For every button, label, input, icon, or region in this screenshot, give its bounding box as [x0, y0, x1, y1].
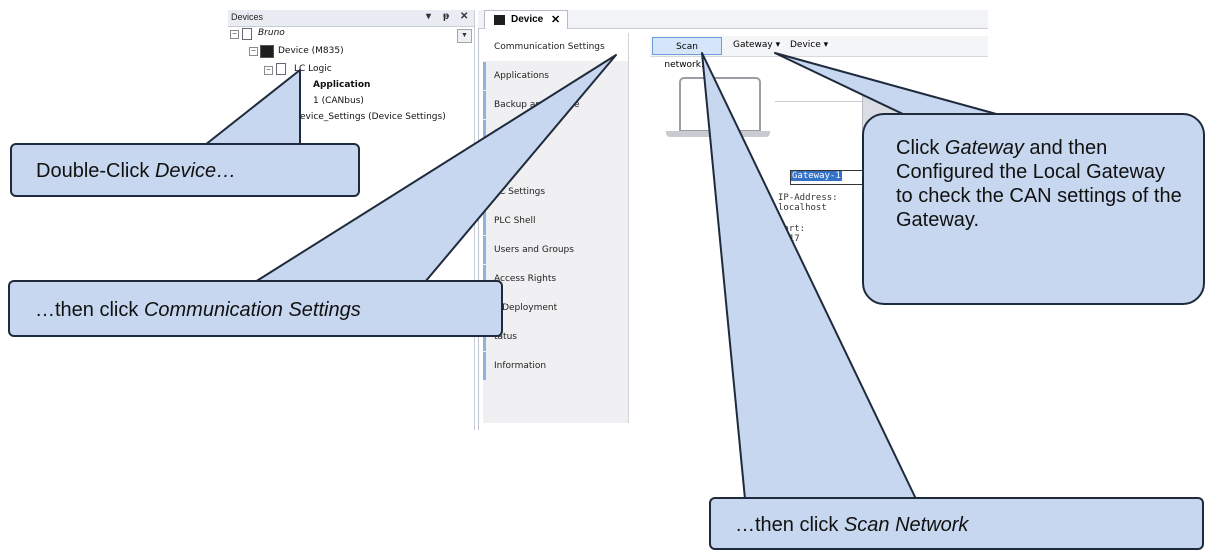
panel-dropdown-icon[interactable]: ▾	[426, 11, 431, 22]
tab-device[interactable]: Device ✕	[484, 10, 568, 29]
chevron-down-icon: ▾	[775, 40, 781, 50]
tree-item-device-settings[interactable]: evice_Settings (Device Settings)	[300, 112, 446, 122]
device-menu-label: Device	[790, 40, 821, 50]
callout-text: and then	[1023, 137, 1108, 159]
gateway-menu-label: Gateway	[733, 40, 773, 50]
port-label: Port:	[778, 224, 806, 234]
tree-collapse-icon[interactable]: −	[249, 47, 258, 56]
chevron-down-icon: ▾	[823, 40, 829, 50]
callout-emphasis: Gateway	[944, 137, 1024, 159]
callout-text: …then click	[735, 514, 844, 536]
plc-logic-icon	[276, 63, 286, 75]
devices-panel-title: Devices	[231, 12, 264, 22]
settings-item-label: LC Settings	[494, 187, 546, 197]
settings-item-information[interactable]: Information	[483, 352, 628, 380]
callout-text: Configured the Local Gateway to check th…	[896, 161, 1182, 231]
settings-item-label: Communication Settings	[494, 42, 605, 52]
settings-item-label: Applications	[494, 71, 549, 81]
settings-item-status[interactable]: tatus	[483, 323, 628, 351]
settings-item-task-deployment[interactable]: k Deployment	[483, 294, 628, 322]
port-value: 1217	[778, 234, 800, 244]
settings-item-label: Backup and	[494, 100, 547, 110]
close-tab-icon[interactable]: ✕	[551, 13, 560, 26]
tree-item-device[interactable]: Device (M835)	[278, 46, 344, 56]
device-icon	[494, 15, 505, 25]
settings-item-log[interactable]	[483, 149, 628, 177]
settings-item-plc-settings[interactable]: LC Settings	[483, 178, 628, 206]
device-icon	[260, 45, 274, 58]
settings-item-access-rights[interactable]: Access Rights	[483, 265, 628, 293]
callout-emphasis: Communication Settings	[143, 299, 361, 321]
settings-item-plc-shell[interactable]: PLC Shell	[483, 207, 628, 235]
callout-double-click-device: Double-Click Device…	[10, 143, 360, 197]
settings-item-label-tail: e	[574, 100, 580, 110]
devices-panel-header: Devices ▾ ᵽ ✕	[228, 10, 474, 27]
settings-item-label: PLC Shell	[494, 216, 536, 226]
project-icon	[242, 28, 252, 40]
callout-gateway: Click Gateway and then Configured the Lo…	[862, 113, 1205, 305]
tree-item-canbus[interactable]: 1 (CANbus)	[313, 96, 364, 106]
computer-base-icon	[666, 131, 770, 137]
device-settings-list: Communication Settings Applications Back…	[483, 33, 629, 423]
tree-dropdown-button[interactable]: ▼	[457, 29, 472, 43]
settings-item-label: k Deployment	[494, 303, 558, 313]
close-panel-icon[interactable]: ✕	[460, 11, 468, 22]
ip-address-value: localhost	[778, 203, 827, 213]
callout-communication-settings: …then click Communication Settings	[8, 280, 503, 337]
settings-item-files[interactable]: Fil	[483, 120, 628, 148]
devices-panel: Devices ▾ ᵽ ✕ ▼ − Bruno − Device (M835) …	[228, 10, 475, 430]
settings-item-label: Fil	[494, 129, 504, 139]
gateway-menu-button[interactable]: Gateway ▾	[733, 40, 780, 50]
callout-text: …then click	[35, 299, 144, 321]
callout-emphasis: Scan Network	[843, 514, 969, 536]
ip-address-label: IP-Address:	[778, 193, 838, 203]
callout-text: Double-Click	[36, 160, 155, 182]
callout-scan-network: …then click Scan Network	[709, 497, 1204, 550]
settings-item-label: Information	[494, 361, 547, 371]
settings-item-label: Users and Groups	[494, 245, 574, 255]
scan-network-button[interactable]: Scan network...	[652, 37, 722, 70]
tree-item-project[interactable]: Bruno	[258, 28, 285, 38]
computer-icon	[679, 77, 761, 132]
gateway-name-field[interactable]: Gateway-1	[790, 170, 864, 185]
tree-item-application[interactable]: Application	[313, 80, 370, 90]
callout-emphasis: Device…	[154, 160, 237, 182]
settings-item-backup[interactable]: Backup and e	[483, 91, 628, 119]
settings-item-communication[interactable]: Communication Settings	[483, 33, 628, 61]
settings-item-users-groups[interactable]: Users and Groups	[483, 236, 628, 264]
tree-collapse-icon[interactable]: −	[230, 30, 239, 39]
tab-device-label: Device	[511, 14, 544, 25]
tree-item-plc-logic[interactable]: LC Logic	[294, 64, 332, 74]
gateway-name-value: Gateway-1	[791, 171, 842, 181]
pin-icon[interactable]: ᵽ	[443, 11, 449, 22]
settings-item-label: Access Rights	[494, 274, 557, 284]
device-menu-button[interactable]: Device ▾	[790, 40, 828, 50]
callout-text: Click	[896, 137, 945, 159]
settings-item-applications[interactable]: Applications	[483, 62, 628, 90]
tree-collapse-icon[interactable]: −	[264, 66, 273, 75]
